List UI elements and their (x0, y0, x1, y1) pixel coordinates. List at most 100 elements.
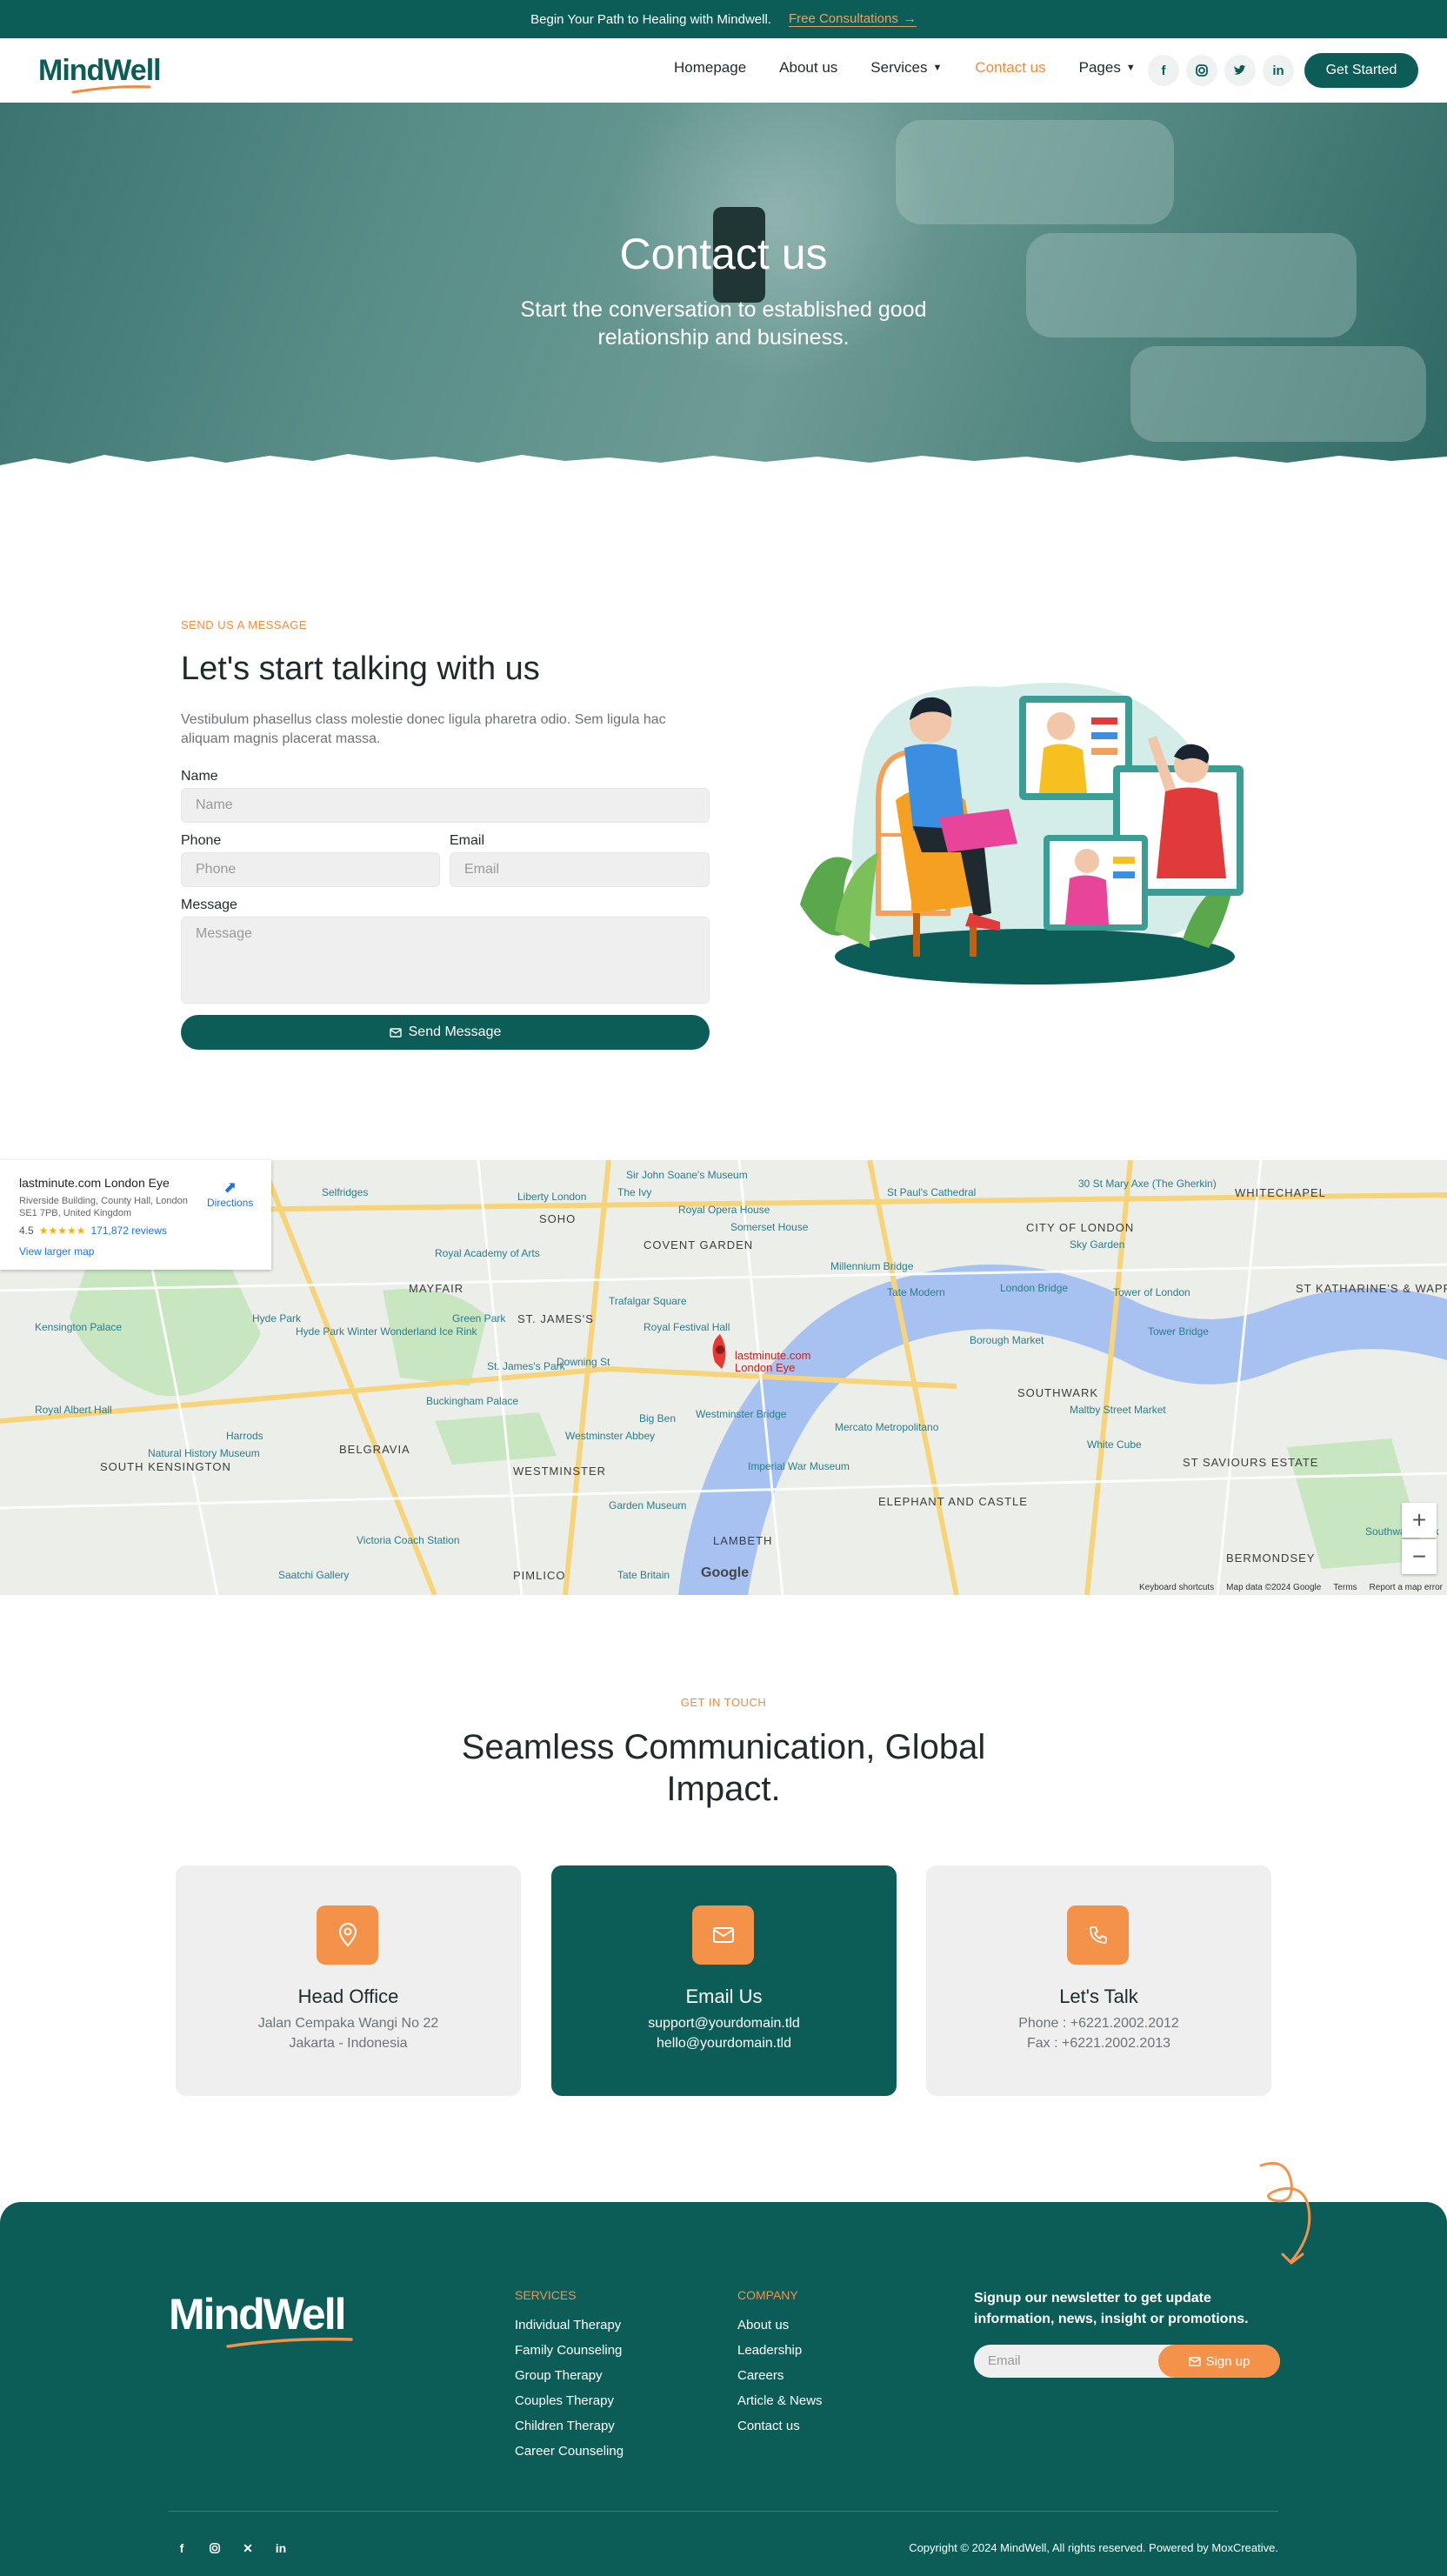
card-title: Email Us (685, 1985, 763, 2007)
message-textarea[interactable]: Message (181, 917, 710, 1004)
map-place-address: Riverside Building, County Hall, London … (19, 1196, 188, 1218)
map-label: WHITECHAPEL (1235, 1186, 1326, 1199)
footer-logo[interactable]: MindWell (169, 2289, 347, 2339)
map-label: Tate Modern (887, 1286, 945, 1298)
map-label: Millennium Bridge (830, 1260, 914, 1272)
chevron-down-icon: ▼ (932, 63, 943, 73)
footer-link[interactable]: Contact us (737, 2419, 823, 2433)
contact-description: Vestibulum phasellus class molestie done… (181, 712, 666, 746)
newsletter-text: Signup our newsletter to get update info… (974, 2291, 1249, 2326)
facebook-icon[interactable]: f (1148, 55, 1179, 86)
instagram-icon[interactable] (1186, 55, 1217, 86)
footer-link[interactable]: Family Counseling (515, 2343, 623, 2358)
signup-button[interactable]: Sign up (1158, 2345, 1280, 2378)
contact-title: Let's start talking with us (181, 651, 540, 687)
footer-divider (169, 2511, 1278, 2512)
map-label: Royal Albert Hall (35, 1404, 112, 1416)
map-label: COVENT GARDEN (643, 1238, 754, 1251)
instagram-icon[interactable] (202, 2535, 228, 2561)
map-label: Borough Market (970, 1334, 1044, 1346)
newsletter-email-input[interactable]: Email (988, 2353, 1021, 2368)
zoom-in-button[interactable]: + (1402, 1503, 1437, 1538)
directions-label: Directions (207, 1197, 254, 1209)
card-line[interactable]: support@yourdomain.tld (551, 2016, 897, 2032)
chevron-down-icon: ▼ (1125, 63, 1136, 73)
linkedin-icon[interactable]: in (268, 2535, 294, 2561)
hero-banner: Contact us Start the conversation to est… (0, 103, 1447, 477)
map-label: Harrods (226, 1430, 263, 1442)
map-label: St. James's Park (487, 1360, 565, 1372)
footer-services-column: SERVICES Individual Therapy Family Couns… (515, 2288, 623, 2469)
name-label: Name (181, 769, 218, 784)
nav-item-homepage[interactable]: Homepage (674, 59, 746, 77)
map-label: SOHO (539, 1212, 577, 1225)
lets-talk-card: Let's Talk Phone : +6221.2002.2012 Fax :… (926, 1865, 1271, 2096)
email-input[interactable]: Email (450, 852, 710, 887)
card-line: Fax : +6221.2002.2013 (1026, 2036, 1171, 2051)
get-in-touch-eyebrow: GET IN TOUCH (680, 1696, 767, 1709)
directions-button[interactable]: ⬈ Directions (207, 1178, 253, 1209)
map-label: Garden Museum (609, 1499, 687, 1512)
email-us-card: Email Us support@yourdomain.tld hello@yo… (551, 1865, 897, 2096)
get-started-button[interactable]: Get Started (1304, 53, 1418, 88)
contact-eyebrow: SEND US A MESSAGE (181, 618, 308, 631)
footer-link[interactable]: Children Therapy (515, 2419, 623, 2433)
footer-link[interactable]: Careers (737, 2368, 823, 2383)
map-label: Trafalgar Square (609, 1295, 687, 1307)
view-larger-map-link[interactable]: View larger map (19, 1245, 271, 1258)
twitter-icon[interactable] (1224, 55, 1256, 86)
nav-item-about[interactable]: About us (779, 59, 837, 77)
map-label: Royal Opera House (678, 1204, 770, 1216)
footer-link[interactable]: Article & News (737, 2393, 823, 2408)
free-consultations-link[interactable]: Free Consultations → (788, 11, 917, 27)
map-footer: Keyboard shortcuts Map data ©2024 Google… (1139, 1583, 1443, 1592)
map-label: St Paul's Cathedral (887, 1186, 977, 1198)
map-label: 30 St Mary Axe (The Gherkin) (1078, 1178, 1217, 1190)
map-label: Hyde Park Winter Wonderland Ice Rink (296, 1325, 477, 1338)
zoom-out-button[interactable]: − (1402, 1539, 1437, 1574)
arrow-right-icon: → (903, 11, 917, 26)
facebook-icon[interactable]: f (169, 2535, 195, 2561)
map-label: SOUTH KENSINGTON (100, 1460, 231, 1473)
footer-link[interactable]: Career Counseling (515, 2444, 623, 2459)
nav-item-pages[interactable]: Pages ▼ (1079, 59, 1136, 77)
envelope-icon (692, 1905, 754, 1965)
map-label: Victoria Coach Station (357, 1534, 460, 1546)
map-label: ST. JAMES'S (517, 1312, 594, 1325)
map-label: LAMBETH (713, 1534, 773, 1547)
map-label: PIMLICO (513, 1569, 566, 1582)
map-marker-label[interactable]: lastminute.com London Eye (735, 1350, 830, 1374)
footer-company-column: COMPANY About us Leadership Careers Arti… (737, 2288, 823, 2444)
card-line[interactable]: hello@yourdomain.tld (551, 2036, 897, 2052)
linkedin-icon[interactable]: in (1263, 55, 1294, 86)
map-label: Saatchi Gallery (278, 1569, 350, 1581)
name-input[interactable]: Name (181, 788, 710, 823)
map-label: Tate Britain (617, 1569, 670, 1581)
map-label: ST SAVIOURS ESTATE (1183, 1456, 1319, 1469)
send-message-button[interactable]: Send Message (181, 1015, 710, 1050)
nav-item-contact[interactable]: Contact us (975, 59, 1045, 77)
map-label: The Ivy (617, 1186, 652, 1198)
map-label: Green Park (452, 1312, 506, 1325)
map-label: WESTMINSTER (513, 1465, 607, 1478)
map-label: Tower of London (1113, 1286, 1190, 1298)
logo-swash-decoration (226, 2337, 353, 2348)
map-label: CITY OF LONDON (1026, 1221, 1135, 1234)
footer-link[interactable]: About us (737, 2318, 823, 2332)
nav-menu: Homepage About us Services ▼ Contact us P… (674, 59, 1136, 77)
phone-input[interactable]: Phone (181, 852, 440, 887)
footer-link[interactable]: Group Therapy (515, 2368, 623, 2383)
nav-item-services[interactable]: Services ▼ (870, 59, 942, 77)
keyboard-shortcuts-link[interactable]: Keyboard shortcuts (1139, 1583, 1214, 1592)
map-label: Tower Bridge (1148, 1325, 1210, 1338)
map-label: Sky Garden (1070, 1238, 1125, 1251)
report-map-error-link[interactable]: Report a map error (1370, 1583, 1443, 1592)
send-message-label: Send Message (408, 1024, 502, 1039)
footer-link[interactable]: Couples Therapy (515, 2393, 623, 2408)
terms-link[interactable]: Terms (1333, 1583, 1357, 1592)
map-reviews-link[interactable]: 171,872 reviews (90, 1225, 166, 1237)
footer-socials: f ✕ in (169, 2535, 294, 2561)
footer-link[interactable]: Leadership (737, 2343, 823, 2358)
x-icon[interactable]: ✕ (235, 2535, 261, 2561)
footer-link[interactable]: Individual Therapy (515, 2318, 623, 2332)
